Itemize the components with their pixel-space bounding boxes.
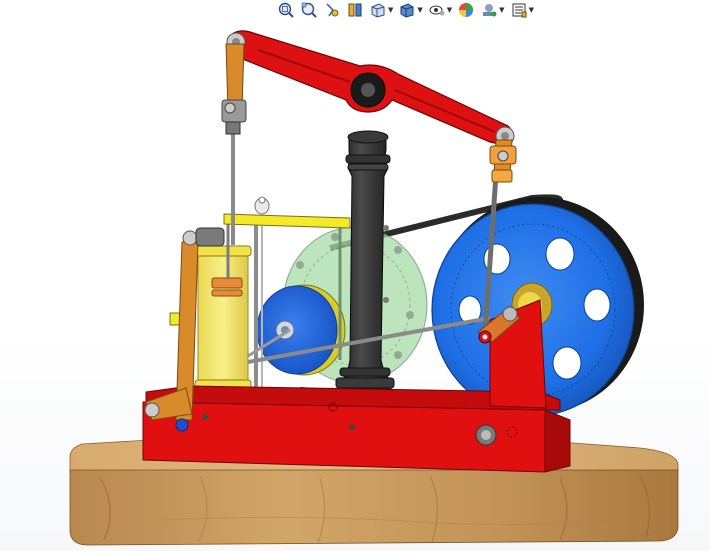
view-orientation-button[interactable]: ▼	[368, 1, 394, 19]
beam-engine-model[interactable]	[0, 0, 710, 551]
walking-beam[interactable]	[226, 30, 515, 147]
chevron-down-icon: ▼	[388, 5, 394, 14]
zoom-to-fit-button[interactable]	[276, 1, 296, 19]
apply-scene-button[interactable]: ▼	[479, 1, 505, 19]
apply-scene-icon	[483, 4, 497, 17]
graphics-viewport[interactable]: ▼ ▼ ▼ ▼ ▼	[0, 0, 710, 551]
left-beam-link[interactable]	[221, 43, 247, 135]
chevron-down-icon: ▼	[417, 5, 423, 14]
hide-show-items-icon	[429, 5, 445, 16]
chevron-down-icon: ▼	[446, 5, 453, 14]
heads-up-view-toolbar: ▼ ▼ ▼ ▼ ▼	[276, 0, 535, 20]
edit-appearance-button[interactable]	[456, 1, 476, 19]
view-settings-button[interactable]: ▼	[509, 1, 535, 19]
edit-appearance-icon	[459, 3, 474, 17]
chevron-down-icon: ▼	[528, 5, 534, 14]
zoom-to-fit-icon	[278, 2, 294, 18]
valve-pushrod-arm[interactable]	[223, 196, 351, 229]
previous-view-button[interactable]	[322, 1, 342, 19]
view-settings-icon	[512, 3, 527, 18]
display-style-icon	[400, 3, 414, 18]
section-view-button[interactable]	[345, 1, 365, 19]
previous-view-icon	[326, 3, 339, 17]
chevron-down-icon: ▼	[499, 5, 505, 14]
view-orientation-icon	[371, 3, 385, 18]
zoom-to-area-icon	[301, 2, 317, 18]
display-style-button[interactable]: ▼	[397, 1, 423, 19]
zoom-to-area-button[interactable]	[299, 1, 319, 19]
section-view-icon	[348, 3, 362, 17]
crank-disc[interactable]	[256, 284, 346, 376]
hide-show-items-button[interactable]: ▼	[427, 1, 453, 19]
right-beam-link[interactable]	[489, 139, 517, 183]
